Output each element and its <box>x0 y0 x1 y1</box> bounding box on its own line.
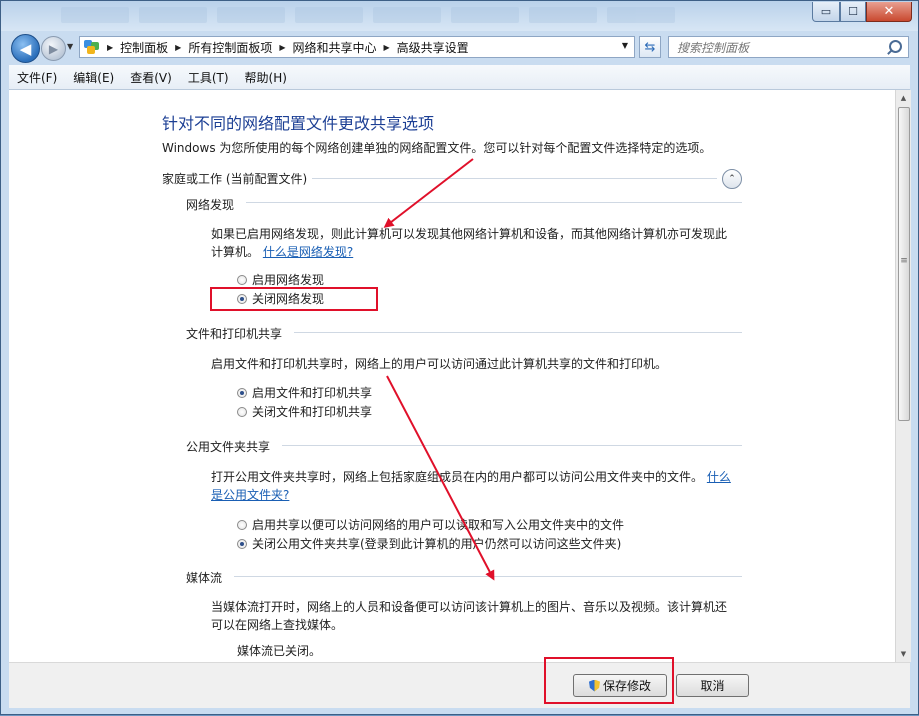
chevron-up-icon: ⌃ <box>728 174 736 184</box>
address-bar[interactable]: ▶ 控制面板 ▶ 所有控制面板项 ▶ 网络和共享中心 ▶ 高级共享设置 ▼ <box>79 36 635 58</box>
radio-label: 启用网络发现 <box>252 273 325 287</box>
public-folder-sharing-description: 打开公用文件夹共享时，网络上包括家庭组成员在内的用户都可以访问公用文件夹中的文件… <box>211 468 731 504</box>
annotation-highlight-network-discovery <box>210 287 378 311</box>
back-arrow-icon: ◀ <box>19 39 32 58</box>
radio-disable-public-folder-sharing[interactable]: 关闭公用文件夹共享(登录到此计算机的用户仍然可以访问这些文件夹) <box>237 535 621 552</box>
breadcrumb-control-panel[interactable]: 控制面板 <box>120 39 168 56</box>
breadcrumb-separator-icon[interactable]: ▶ <box>175 43 181 52</box>
menu-edit[interactable]: 编辑(E) <box>65 69 122 86</box>
radio-label: 启用文件和打印机共享 <box>252 386 373 400</box>
radio-enable-file-printer-sharing[interactable]: 启用文件和打印机共享 <box>237 384 372 401</box>
profile-divider <box>312 178 717 179</box>
address-dropdown-icon[interactable]: ▼ <box>622 41 628 50</box>
breadcrumb-all-items[interactable]: 所有控制面板项 <box>188 39 272 56</box>
control-panel-window: ▭ ☐ ✕ ◀ ▶ ▼ ▶ 控制面板 ▶ 所有控制面板项 ▶ 网络和共享中心 ▶… <box>0 0 919 715</box>
cancel-button[interactable]: 取消 <box>676 674 749 697</box>
forward-arrow-icon: ▶ <box>48 41 59 56</box>
search-box[interactable] <box>668 36 909 58</box>
section-divider <box>246 202 742 203</box>
annotation-highlight-save-button <box>544 657 674 704</box>
breadcrumb-separator-icon[interactable]: ▶ <box>384 43 390 52</box>
profile-header: 家庭或工作 (当前配置文件) <box>162 172 308 186</box>
media-streaming-description: 当媒体流打开时，网络上的人员和设备便可以访问该计算机上的图片、音乐以及视频。该计… <box>211 600 728 632</box>
media-streaming-heading: 媒体流 <box>186 571 223 585</box>
advanced-sharing-settings-panel: 针对不同的网络配置文件更改共享选项 Windows 为您所使用的每个网络创建单独… <box>9 90 895 662</box>
section-divider <box>294 332 742 333</box>
scroll-down-arrow-icon[interactable]: ▼ <box>896 646 911 662</box>
media-streaming-status: 媒体流已关闭。 <box>237 644 322 658</box>
radio-button-selected[interactable] <box>237 538 247 549</box>
search-input[interactable] <box>675 38 879 58</box>
menu-help[interactable]: 帮助(H) <box>237 69 295 86</box>
refresh-icon: ⇆ <box>644 39 656 55</box>
search-icon[interactable] <box>889 40 902 53</box>
vertical-scrollbar[interactable]: ▲ ▼ <box>895 90 911 662</box>
close-button[interactable]: ✕ <box>866 2 912 22</box>
menu-file[interactable]: 文件(F) <box>9 69 65 86</box>
radio-disable-file-printer-sharing[interactable]: 关闭文件和打印机共享 <box>237 403 372 420</box>
radio-button[interactable] <box>237 274 247 285</box>
file-printer-sharing-description: 启用文件和打印机共享时，网络上的用户可以访问通过此计算机共享的文件和打印机。 <box>211 357 668 371</box>
public-folder-sharing-heading: 公用文件夹共享 <box>186 440 271 454</box>
menu-tools[interactable]: 工具(T) <box>180 69 237 86</box>
radio-label: 启用共享以便可以访问网络的用户可以读取和写入公用文件夹中的文件 <box>252 518 625 532</box>
radio-button[interactable] <box>237 519 247 530</box>
section-divider <box>234 576 742 577</box>
radio-enable-public-folder-sharing[interactable]: 启用共享以便可以访问网络的用户可以读取和写入公用文件夹中的文件 <box>237 516 624 533</box>
breadcrumb-network-center[interactable]: 网络和共享中心 <box>293 39 377 56</box>
breadcrumb-separator-icon: ▶ <box>107 42 114 52</box>
scroll-up-arrow-icon[interactable]: ▲ <box>896 90 911 106</box>
control-panel-icon <box>84 40 100 54</box>
recent-pages-dropdown-icon[interactable]: ▼ <box>67 42 73 51</box>
radio-label: 关闭文件和打印机共享 <box>252 405 373 419</box>
scrollbar-thumb[interactable] <box>898 107 910 421</box>
navigation-bar: ◀ ▶ ▼ ▶ 控制面板 ▶ 所有控制面板项 ▶ 网络和共享中心 ▶ 高级共享设… <box>1 31 918 65</box>
page-title: 针对不同的网络配置文件更改共享选项 <box>162 114 435 133</box>
page-intro: Windows 为您所使用的每个网络创建单独的网络配置文件。您可以针对每个配置文… <box>162 141 712 155</box>
breadcrumb-separator-icon[interactable]: ▶ <box>279 43 285 52</box>
collapse-profile-button[interactable]: ⌃ <box>722 169 742 189</box>
back-button[interactable]: ◀ <box>11 34 40 63</box>
minimize-button[interactable]: ▭ <box>812 2 840 22</box>
radio-button-selected[interactable] <box>237 387 247 398</box>
network-discovery-description: 如果已启用网络发现，则此计算机可以发现其他网络计算机和设备，而其他网络计算机亦可… <box>211 225 731 261</box>
network-discovery-heading: 网络发现 <box>186 198 235 212</box>
radio-button[interactable] <box>237 406 247 417</box>
window-controls: ▭ ☐ ✕ <box>812 2 912 22</box>
action-bar: 保存修改 取消 <box>9 662 910 708</box>
title-bar-reflection <box>61 7 675 23</box>
menu-bar: 文件(F) 编辑(E) 查看(V) 工具(T) 帮助(H) <box>9 65 910 90</box>
breadcrumb-advanced-sharing[interactable]: 高级共享设置 <box>397 39 469 56</box>
file-printer-sharing-heading: 文件和打印机共享 <box>186 327 283 341</box>
forward-button[interactable]: ▶ <box>41 36 66 61</box>
radio-enable-network-discovery[interactable]: 启用网络发现 <box>237 271 324 288</box>
what-is-network-discovery-link[interactable]: 什么是网络发现? <box>263 245 353 259</box>
public-folder-text: 打开公用文件夹共享时，网络上包括家庭组成员在内的用户都可以访问公用文件夹中的文件… <box>211 470 704 484</box>
radio-label: 关闭公用文件夹共享(登录到此计算机的用户仍然可以访问这些文件夹) <box>252 537 622 551</box>
maximize-button[interactable]: ☐ <box>840 2 866 22</box>
menu-view[interactable]: 查看(V) <box>122 69 180 86</box>
section-divider <box>282 445 742 446</box>
refresh-button[interactable]: ⇆ <box>639 36 661 58</box>
title-bar: ▭ ☐ ✕ <box>1 1 918 31</box>
